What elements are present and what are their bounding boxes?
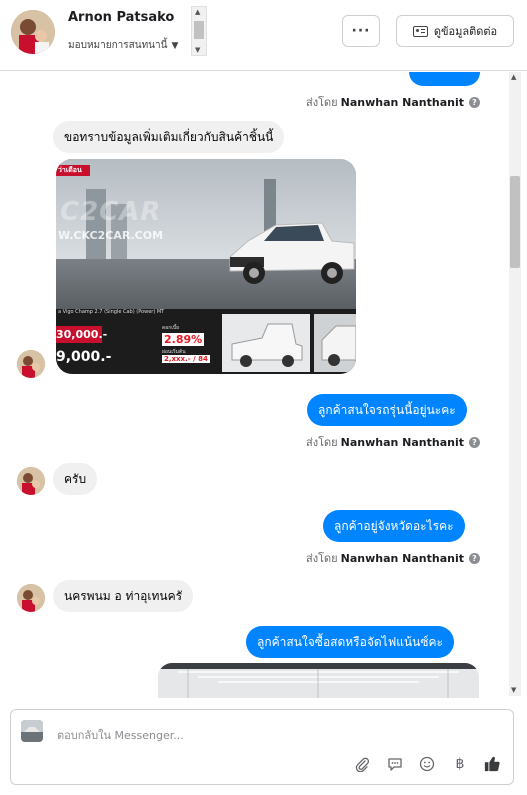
messenger-window: Arnon Patsako มอบหมายการสนทนานี้ ▼ ▲ ▼ ·… <box>0 0 527 795</box>
message-list[interactable]: ส่งโดย Nanwhan Nanthanit ? ขอทราบข้อมูลเ… <box>0 72 527 698</box>
scroll-down-arrow-icon[interactable]: ▼ <box>511 686 516 694</box>
avatar[interactable] <box>11 10 55 54</box>
caret-down-icon: ▼ <box>171 40 179 51</box>
ad-url: W.CKC2CAR.COM <box>58 229 164 242</box>
scroll-up-arrow-icon[interactable]: ▲ <box>511 73 516 81</box>
scroll-down-arrow-icon[interactable]: ▼ <box>195 46 200 54</box>
more-options-button[interactable]: ··· <box>342 15 380 47</box>
ad-rate-label: ดอกเบี้ย <box>162 325 180 331</box>
scroll-up-arrow-icon[interactable]: ▲ <box>195 8 200 16</box>
view-contact-info-label: ดูข้อมูลติดต่อ <box>433 25 498 38</box>
pickup-truck-image <box>229 222 355 284</box>
message-bubble-incoming: นครพนม อ ท่าอุเทนครั <box>53 580 194 612</box>
product-ad-image[interactable]: ว่าเดือน C2CAR W.CKC2CAR.COM a Vigo Cham… <box>56 159 356 374</box>
ad-thumbnail <box>314 314 356 372</box>
photo-attachment[interactable] <box>158 663 479 698</box>
message-bubble-outgoing: ลูกค้าอยู่จังหวัดอะไรคะ <box>323 510 465 542</box>
conversation-header: Arnon Patsako มอบหมายการสนทนานี้ ▼ ▲ ▼ ·… <box>0 0 527 71</box>
ad-price: 30,000.- <box>56 326 108 343</box>
sent-by-label: ส่งโดย Nanwhan Nanthanit ? <box>306 549 480 567</box>
help-icon[interactable]: ? <box>469 436 480 448</box>
chat-scrollbar[interactable]: ▲ ▼ <box>509 72 521 696</box>
avatar[interactable] <box>17 467 45 495</box>
sent-by-label: ส่งโดย Nanwhan Nanthanit ? <box>306 93 480 111</box>
avatar[interactable] <box>17 350 45 378</box>
scrollbar-thumb[interactable] <box>510 176 520 268</box>
sent-by-label: ส่งโดย Nanwhan Nanthanit ? <box>306 433 480 451</box>
emoji-icon[interactable] <box>419 756 435 772</box>
chat-bubble-icon[interactable] <box>387 756 403 772</box>
reply-input[interactable]: ตอบกลับใน Messenger... <box>57 726 184 744</box>
assign-scrollbar[interactable]: ▲ ▼ <box>191 6 207 56</box>
ad-logo: C2CAR <box>60 197 162 227</box>
help-icon[interactable]: ? <box>469 552 480 564</box>
message-bubble-outgoing <box>409 72 480 86</box>
page-avatar <box>21 720 43 742</box>
paperclip-icon[interactable] <box>354 756 370 772</box>
thumbs-up-icon[interactable] <box>484 756 500 772</box>
ad-monthly: 2,xxx.- / 84 <box>162 355 210 363</box>
reply-composer[interactable]: ตอบกลับใน Messenger... ฿ <box>10 709 514 785</box>
ad-tag: ว่าเดือน <box>56 165 90 176</box>
contact-name[interactable]: Arnon Patsako <box>68 10 174 25</box>
view-contact-info-button[interactable]: ดูข้อมูลติดต่อ <box>396 15 514 47</box>
ad-down-payment: 9,000.- <box>56 349 112 365</box>
message-bubble-incoming: ครับ <box>53 463 98 495</box>
message-bubble-outgoing: ลูกค้าสนใจรถรุ่นนี้อยู่นะคะ <box>307 394 467 426</box>
assign-conversation-dropdown[interactable]: มอบหมายการสนทนานี้ ▼ <box>68 38 178 53</box>
message-bubble-incoming: ขอทราบข้อมูลเพิ่มเติมเกี่ยวกับสินค้าชิ้น… <box>53 121 285 153</box>
assign-label: มอบหมายการสนทนานี้ <box>68 40 168 51</box>
baht-icon[interactable]: ฿ <box>452 756 468 772</box>
help-icon[interactable]: ? <box>469 96 480 108</box>
ad-thumbnail <box>222 314 310 372</box>
ad-model: a Vigo Champ 2.7 (Single Cab) (Power) MT <box>58 309 165 315</box>
avatar[interactable] <box>17 584 45 612</box>
ad-rate: 2.89% <box>162 333 205 346</box>
card-icon <box>412 25 428 37</box>
message-bubble-outgoing: ลูกค้าสนใจซื้อสดหรือจัดไฟแน้นซ์คะ <box>246 626 454 658</box>
scrollbar-thumb[interactable] <box>194 21 204 39</box>
